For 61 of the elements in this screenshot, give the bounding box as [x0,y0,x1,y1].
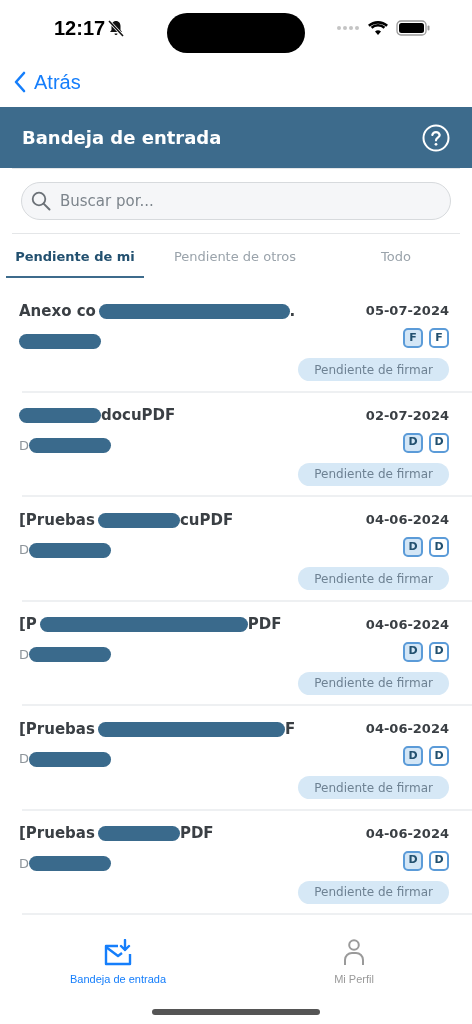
chevron-left-icon [14,70,26,93]
signer-badge: D [429,746,449,766]
item-title: Anexo co [19,300,96,322]
wifi-icon [368,20,388,36]
signer-badge: D [429,537,449,557]
signer-badge: D [429,850,449,871]
item-title: . [289,300,296,322]
inbox-item[interactable]: [Pruebas PDF D 04-06-2024 D D Pendiente de firmar [22,810,472,915]
item-date: 02-07-2024 [365,406,449,425]
item-date: 05-07-2024 [365,302,449,320]
item-subtitle: D [19,645,29,664]
status-badge: Pendiente de firmar [298,358,449,381]
status-badge: Pendiente de firmar [298,880,449,904]
tab[interactable]: Pendiente de mi [6,238,144,278]
item-title: [P [19,614,37,636]
item-subtitle: D [19,854,29,873]
signer-badge: D [403,537,423,557]
item-date: 04-06-2024 [365,824,449,843]
help-button[interactable] [422,123,450,152]
status-time: 12:17 [54,16,106,41]
bottom-tab[interactable]: Bandeja de entrada [0,939,236,988]
signer-badge: D [403,641,423,662]
person-icon [343,939,365,966]
item-title: [Pruebas [19,509,95,531]
item-subtitle: D [19,750,29,769]
inbox-item[interactable]: [Pruebas cuPDF D 04-06-2024 D D Pendiente de firmar [22,497,472,602]
bell-slash-icon [107,19,126,37]
item-title: [Pruebas [19,718,95,740]
item-title: F [285,718,296,740]
header-title: Bandeja de entrada [22,126,222,150]
help-icon [422,123,450,152]
signer-badge: D [403,432,423,453]
item-title: docuPDF [101,405,176,427]
battery-icon [396,20,430,36]
signer-badge: D [429,641,449,662]
signer-badge: D [403,746,423,766]
status-badge: Pendiente de firmar [298,567,449,590]
item-title: cuPDF [179,509,234,531]
search-icon [31,191,51,211]
item-subtitle: D [19,541,29,560]
signer-badge: D [403,850,423,871]
item-title: [Pruebas [19,823,95,845]
item-title: PDF [247,614,282,636]
search-field[interactable]: Buscar por... [21,182,451,220]
status-badge: Pendiente de firmar [298,671,449,695]
item-date: 04-06-2024 [365,720,449,738]
signer-badge: D [429,432,449,453]
item-title: PDF [179,823,214,845]
item-date: 04-06-2024 [365,511,449,529]
signer-badge: F [429,328,449,348]
signer-badge: F [403,328,423,348]
item-subtitle: D [19,436,29,455]
item-date: 04-06-2024 [365,615,449,634]
status-badge: Pendiente de firmar [298,776,449,799]
signal-icon [336,25,360,31]
envelope-download-icon [104,939,132,966]
inbox-item[interactable]: docuPDF D 02-07-2024 D D Pendiente de firmar [22,392,472,497]
status-badge: Pendiente de firmar [298,462,449,486]
inbox-item[interactable]: [Pruebas F D 04-06-2024 D D Pendiente de firmar [22,706,472,811]
inbox-item[interactable]: [P PDF D 04-06-2024 D D Pendiente de firmar [22,601,472,706]
back-button[interactable]: Atrás [14,66,81,97]
